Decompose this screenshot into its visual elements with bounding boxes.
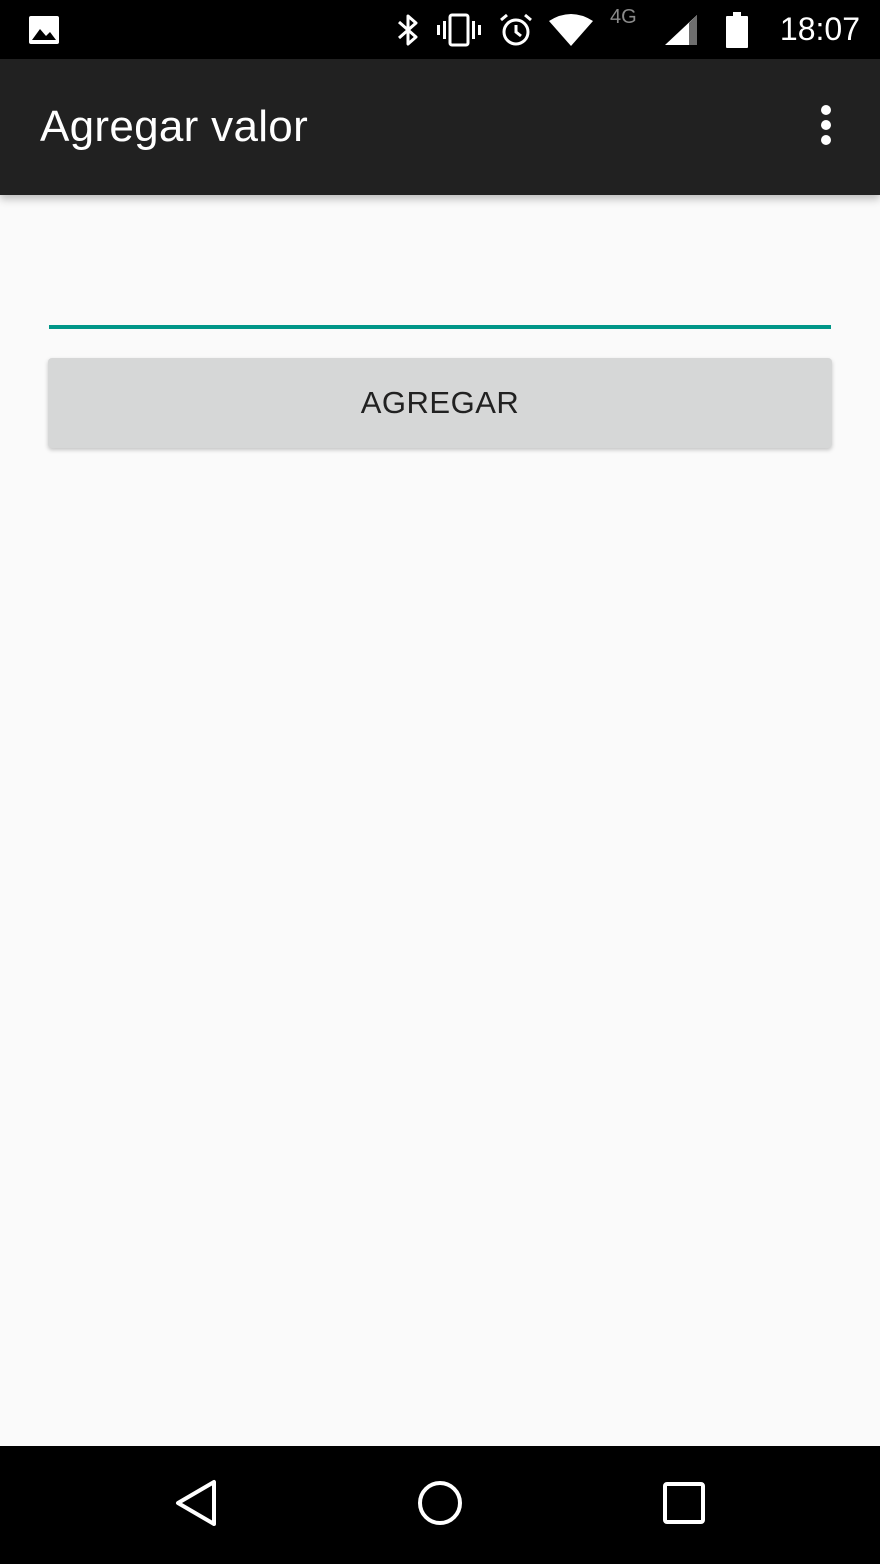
content-area: AGREGAR <box>0 195 880 1446</box>
wifi-icon <box>548 0 594 59</box>
nav-bar <box>0 1446 880 1564</box>
back-button[interactable] <box>136 1446 256 1564</box>
more-vert-icon <box>819 104 833 151</box>
recents-button[interactable] <box>624 1446 744 1564</box>
bluetooth-icon <box>394 0 422 59</box>
home-button[interactable] <box>380 1446 500 1564</box>
value-input[interactable] <box>49 271 831 329</box>
status-time: 18:07 <box>779 11 860 47</box>
image-icon <box>28 0 60 59</box>
app-bar: Agregar valor <box>0 59 880 195</box>
vibrate-icon <box>436 0 482 59</box>
home-icon <box>416 1479 464 1532</box>
battery-icon <box>724 0 750 59</box>
screen: 4G 18:07 Agregar valor AGREGAR <box>0 0 880 1564</box>
alarm-icon <box>498 0 534 59</box>
recents-icon <box>662 1481 706 1530</box>
status-bar: 4G 18:07 <box>0 0 880 59</box>
add-button[interactable]: AGREGAR <box>48 358 832 448</box>
app-title: Agregar valor <box>40 102 309 151</box>
network-type-label: 4G <box>610 6 637 28</box>
back-icon <box>174 1479 218 1532</box>
overflow-menu-button[interactable] <box>796 97 856 157</box>
signal-icon <box>662 0 700 59</box>
